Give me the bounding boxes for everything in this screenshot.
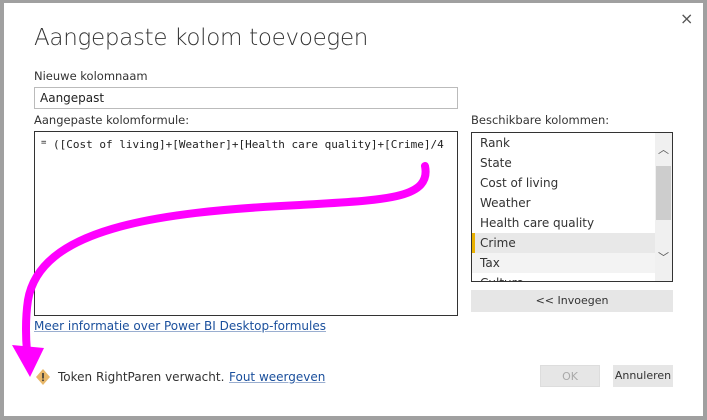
annotation-arrow-line [22,162,430,356]
annotation-arrow [12,162,430,377]
annotation-arrowhead [12,345,44,377]
